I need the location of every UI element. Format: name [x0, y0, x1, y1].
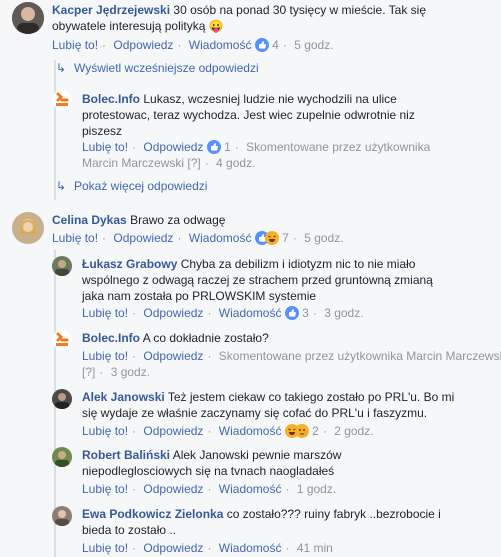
message-link[interactable]: Wiadomość [189, 38, 252, 52]
avatar[interactable] [52, 256, 72, 276]
comment-author[interactable]: Bolec.Info [82, 92, 140, 106]
message-link[interactable]: Wiadomość [219, 482, 282, 496]
comment-actions-line2: Marcin Marczewski [?] · 4 godz. [82, 156, 256, 170]
edited-tag[interactable]: [?] [187, 156, 200, 170]
reply-arrow-icon: ↳ [56, 61, 67, 75]
comment-actions: Lubię to! · Odpowiedz · Wiadomość 3 · 3 god… [82, 306, 364, 320]
view-earlier-label[interactable]: Wyświetl wcześniejsze odpowiedzi [74, 61, 259, 75]
like-link[interactable]: Lubię to! [82, 306, 128, 320]
comment-actions-line2: [?] · 3 godz. [82, 365, 151, 379]
message-link[interactable]: Wiadomość [219, 541, 282, 555]
comment-author[interactable]: Ewa Podkowicz Zielonka [82, 507, 223, 521]
reply-link[interactable]: Odpowiedz [113, 38, 173, 52]
comment-author[interactable]: Celina Dykas [52, 213, 127, 227]
comment-author[interactable]: Łukasz Grabowy [82, 257, 177, 271]
reply-link[interactable]: Odpowiedz [143, 424, 203, 438]
reply-link[interactable]: Odpowiedz [143, 541, 203, 555]
reply-link[interactable]: Odpowiedz [143, 306, 203, 320]
like-link[interactable]: Lubię to! [82, 541, 128, 555]
comment-time[interactable]: 4 godz. [216, 156, 255, 170]
comment-body: Ewa Podkowicz Zielonka co zostało??? rui… [82, 506, 462, 538]
reaction-count[interactable]: 7 [282, 231, 289, 245]
comment-actions: Lubię to! · Odpowiedz · Wiadomość 2 · 2 god… [82, 424, 374, 438]
tongue-emoji-icon: 😛 [208, 19, 224, 33]
comment-author[interactable]: Robert Baliński [82, 448, 170, 462]
avatar[interactable] [12, 212, 44, 244]
reaction-count[interactable]: 3 [302, 306, 309, 320]
sad-reaction-icon[interactable] [294, 424, 309, 438]
avatar[interactable] [52, 389, 72, 409]
edited-note: Skomentowane przez użytkownika [218, 349, 403, 363]
avatar[interactable] [52, 90, 72, 110]
edited-by[interactable]: Marcin Marczewski [406, 349, 501, 363]
like-link[interactable]: Lubię to! [82, 140, 128, 154]
like-link[interactable]: Lubię to! [82, 482, 128, 496]
comment-body: Bolec.Info A co dokładnie zostało? [82, 330, 452, 346]
reply-link[interactable]: Odpowiedz [143, 140, 203, 154]
avatar[interactable] [52, 330, 72, 350]
edited-by[interactable]: Marcin Marczewski [82, 156, 184, 170]
comment-actions: Lubię to! · Odpowiedz · Wiadomość · 1 godz. [82, 482, 337, 496]
view-earlier-replies[interactable]: ↳ Wyświetl wcześniejsze odpowiedzi [56, 60, 259, 76]
comment-actions: Lubię to! · Odpowiedz · Wiadomość · 41 min [82, 541, 333, 555]
comment-time[interactable]: 2 godz. [334, 424, 373, 438]
comment-time[interactable]: 5 godz. [304, 231, 343, 245]
reaction-count[interactable]: 2 [312, 424, 319, 438]
edited-note: Skomentowane przez użytkownika [246, 140, 431, 154]
message-link[interactable]: Wiadomość [189, 231, 252, 245]
comment-body: Łukasz Grabowy Chyba za debilizm i idiot… [82, 256, 452, 304]
like-reaction-icon[interactable] [284, 306, 299, 320]
comment-time[interactable]: 3 godz. [324, 306, 363, 320]
reaction-count[interactable]: 1 [224, 140, 231, 154]
comment-body: Bolec.Info Lukasz, wczesniej ludzie nie … [82, 91, 442, 139]
reply-link[interactable]: Odpowiedz [113, 231, 173, 245]
haha-reaction-icon[interactable] [264, 231, 279, 245]
like-link[interactable]: Lubię to! [52, 231, 98, 245]
avatar[interactable] [52, 506, 72, 526]
avatar[interactable] [52, 447, 72, 467]
comment-author[interactable]: Bolec.Info [82, 331, 140, 345]
comment-body: Celina Dykas Brawo za odwagę [52, 212, 482, 228]
comment-time[interactable]: 1 godz. [297, 482, 336, 496]
message-link[interactable]: Wiadomość [219, 306, 282, 320]
message-link[interactable]: Wiadomość [219, 424, 282, 438]
comment-actions: Lubię to! · Odpowiedz · Skomentowane przez… [82, 348, 501, 364]
comment-body: Alek Janowski Też jestem ciekaw co takie… [82, 389, 472, 421]
comment-actions: Lubię to! · Odpowiedz · Wiadomość 4 · 5 god… [52, 38, 334, 52]
comment-time[interactable]: 5 godz. [294, 38, 333, 52]
reply-arrow-icon: ↳ [56, 179, 67, 193]
comment-body: Robert Baliński Alek Janowski pewnie mar… [82, 447, 372, 479]
edited-tag[interactable]: [?] [82, 365, 95, 379]
like-link[interactable]: Lubię to! [82, 349, 128, 363]
reply-link[interactable]: Odpowiedz [143, 482, 203, 496]
reaction-count[interactable]: 4 [272, 38, 279, 52]
like-link[interactable]: Lubię to! [52, 38, 98, 52]
comment-text: Brawo za odwagę [130, 213, 226, 227]
show-more-label[interactable]: Pokaż więcej odpowiedzi [74, 179, 207, 193]
reply-link[interactable]: Odpowiedz [143, 349, 203, 363]
comment-actions: Lubię to! · Odpowiedz 1 · Skomentowane prz… [82, 140, 431, 154]
comment-author[interactable]: Kacper Jędrzejewski [52, 3, 170, 17]
show-more-replies[interactable]: ↳ Pokaż więcej odpowiedzi [56, 178, 207, 194]
comment-body: Kacper Jędrzejewski 30 osób na ponad 30 … [52, 2, 482, 34]
like-reaction-icon[interactable] [206, 140, 221, 154]
comment-text: A co dokładnie zostało? [142, 331, 269, 345]
comment-time[interactable]: 41 min [297, 541, 333, 555]
like-link[interactable]: Lubię to! [82, 424, 128, 438]
comment-author[interactable]: Alek Janowski [82, 390, 165, 404]
avatar[interactable] [12, 2, 44, 34]
comment-time[interactable]: 3 godz. [111, 365, 150, 379]
comment-actions: Lubię to! · Odpowiedz · Wiadomość 7 · 5 god… [52, 231, 344, 245]
like-reaction-icon[interactable] [254, 38, 269, 52]
